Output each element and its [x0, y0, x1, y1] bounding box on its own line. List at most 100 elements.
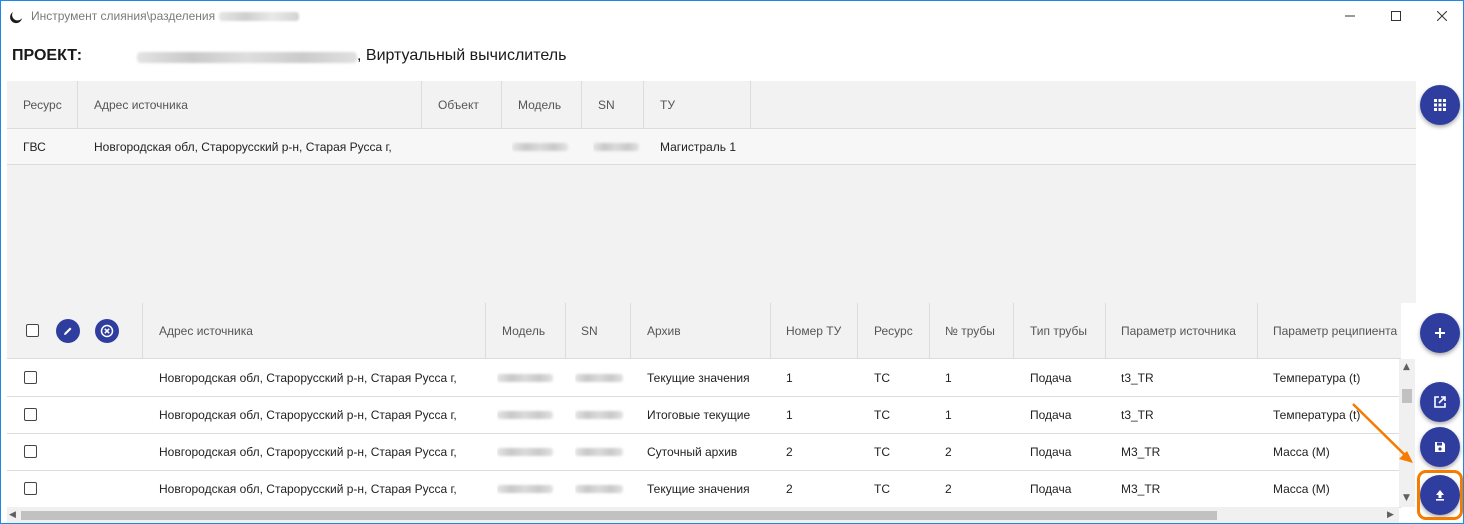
row-checkbox[interactable] — [24, 445, 37, 458]
app-logo-icon — [10, 12, 22, 24]
cell-sn — [575, 434, 625, 470]
cell-source-address: Новгородская обл, Старорусский р-н, Стар… — [159, 445, 457, 459]
row-checkbox[interactable] — [24, 371, 37, 384]
pencil-icon — [64, 327, 72, 335]
cell-source-parameter: M3_TR — [1121, 445, 1161, 459]
header-resource[interactable]: Ресурс — [874, 303, 934, 358]
source-table-header: Ресурс Адрес источника Объект Модель SN … — [7, 81, 1416, 129]
cell-source-address: Новгородская обл, Старорусский р-н, Стар… — [159, 408, 457, 422]
header-sn[interactable]: SN — [598, 81, 638, 128]
horizontal-scroll-thumb[interactable] — [21, 511, 1217, 520]
delete-button[interactable] — [95, 319, 119, 343]
header-model[interactable]: Модель — [502, 303, 562, 358]
maximize-icon — [1391, 11, 1401, 21]
minimize-icon — [1345, 15, 1355, 17]
grid-button[interactable] — [1420, 85, 1460, 125]
cell-tu-number: 1 — [786, 371, 793, 385]
mapping-table: Адрес источника Модель SN Архив Номер ТУ… — [7, 303, 1416, 509]
cell-model — [497, 471, 557, 507]
header-source-parameter[interactable]: Параметр источника — [1121, 303, 1256, 358]
edit-button[interactable] — [56, 319, 80, 343]
header-object[interactable]: Объект — [438, 81, 498, 128]
cell-pipe-number: 2 — [945, 482, 952, 496]
add-icon — [1435, 328, 1445, 338]
scroll-left-icon[interactable]: ◀ — [9, 510, 16, 520]
header-archive[interactable]: Архив — [647, 303, 767, 358]
cell-pipe-type: Подача — [1030, 445, 1072, 459]
cell-source-address: Новгородская обл, Старорусский р-н, Стар… — [159, 482, 457, 496]
table-row[interactable]: Новгородская обл, Старорусский р-н, Стар… — [7, 434, 1401, 471]
minimize-button[interactable] — [1327, 1, 1373, 31]
cell-pipe-number: 2 — [945, 445, 952, 459]
cell-archive: Суточный архив — [647, 445, 738, 459]
header-pipe-number[interactable]: № трубы — [945, 303, 1015, 358]
row-checkbox[interactable] — [24, 408, 37, 421]
cancel-circle-icon — [100, 324, 114, 338]
save-button[interactable] — [1420, 427, 1460, 467]
cell-source-parameter: t3_TR — [1121, 408, 1154, 422]
save-icon — [1435, 442, 1445, 452]
header-source-address[interactable]: Адрес источника — [159, 303, 479, 358]
scroll-down-icon[interactable]: ▼ — [1403, 493, 1410, 503]
cell-tu-number: 1 — [786, 408, 793, 422]
cell-resource: ГВС — [23, 139, 46, 154]
add-button[interactable] — [1420, 313, 1460, 353]
upload-highlight-frame — [1417, 470, 1463, 520]
cell-sn — [575, 397, 625, 433]
cell-sn — [593, 129, 643, 164]
redacted-title — [219, 12, 299, 21]
header-pipe-type[interactable]: Тип трубы — [1030, 303, 1110, 358]
header-recipient-parameter[interactable]: Параметр реципиента — [1273, 303, 1401, 358]
open-external-icon — [1434, 396, 1446, 408]
cell-model — [497, 434, 557, 470]
cell-pipe-type: Подача — [1030, 371, 1072, 385]
table-row[interactable]: Новгородская обл, Старорусский р-н, Стар… — [7, 471, 1401, 508]
grid-icon — [1434, 99, 1446, 111]
cell-pipe-type: Подача — [1030, 408, 1072, 422]
cell-pipe-number: 1 — [945, 371, 952, 385]
table-row[interactable]: Новгородская обл, Старорусский р-н, Стар… — [7, 360, 1401, 397]
cell-tu-number: 2 — [786, 482, 793, 496]
cell-resource: ТС — [874, 408, 890, 422]
header-source-address[interactable]: Адрес источника — [94, 81, 414, 128]
scroll-up-icon[interactable]: ▲ — [1403, 362, 1410, 372]
maximize-button[interactable] — [1373, 1, 1419, 31]
header-resource[interactable]: Ресурс — [23, 81, 78, 128]
project-label: ПРОЕКТ: — [12, 47, 83, 64]
window-title: Инструмент слияния\разделения — [31, 9, 216, 23]
cell-resource: ТС — [874, 482, 890, 496]
cell-tu-number: 2 — [786, 445, 793, 459]
cell-model — [497, 360, 557, 396]
table-row[interactable]: Новгородская обл, Старорусский р-н, Стар… — [7, 397, 1401, 434]
cell-resource: ТС — [874, 445, 890, 459]
table-row[interactable]: ГВС Новгородская обл, Старорусский р-н, … — [7, 129, 1416, 165]
horizontal-scrollbar[interactable]: ◀ ▶ — [7, 507, 1399, 523]
cell-source-address: Новгородская обл, Старорусский р-н, Стар… — [94, 139, 392, 154]
cell-tu: Магистраль 1 — [660, 139, 736, 154]
header-tu-number[interactable]: Номер ТУ — [786, 303, 856, 358]
header-model[interactable]: Модель — [518, 81, 578, 128]
app-window: Инструмент слияния\разделения ПРОЕКТ: , … — [0, 0, 1464, 524]
close-button[interactable] — [1419, 1, 1464, 31]
cell-model — [497, 397, 557, 433]
scroll-right-icon[interactable]: ▶ — [1387, 510, 1394, 520]
close-icon — [1437, 11, 1447, 21]
annotation-arrow-icon — [1352, 403, 1413, 463]
cell-sn — [575, 360, 625, 396]
cell-recipient-parameter: Температура (t) — [1273, 371, 1361, 385]
cell-object — [438, 129, 498, 164]
title-bar: Инструмент слияния\разделения — [1, 1, 1463, 31]
mapping-table-header: Адрес источника Модель SN Архив Номер ТУ… — [7, 303, 1401, 359]
header-tu[interactable]: ТУ — [660, 81, 740, 128]
source-table: Ресурс Адрес источника Объект Модель SN … — [7, 81, 1416, 303]
cell-pipe-number: 1 — [945, 408, 952, 422]
cell-recipient-parameter: Масса (M) — [1273, 482, 1330, 496]
header-sn[interactable]: SN — [581, 303, 631, 358]
cell-model — [512, 129, 572, 164]
project-name: , Виртуальный вычислитель — [357, 47, 567, 64]
cell-source-address: Новгородская обл, Старорусский р-н, Стар… — [159, 371, 457, 385]
cell-source-parameter: M3_TR — [1121, 482, 1161, 496]
row-checkbox[interactable] — [24, 482, 37, 495]
select-all-checkbox[interactable] — [26, 323, 39, 337]
open-external-button[interactable] — [1420, 382, 1460, 422]
